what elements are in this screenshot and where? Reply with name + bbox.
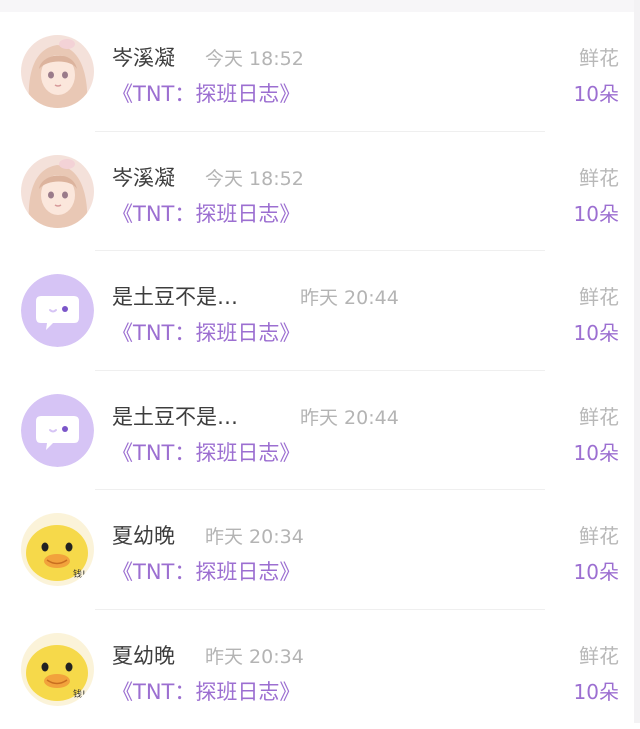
message-time: 今天 18:52 xyxy=(205,44,304,71)
message-time: 昨天 20:44 xyxy=(300,403,399,430)
gift-type: 鲜花 xyxy=(579,520,619,549)
list-item[interactable]: 钱! 夏幼晚 昨天 20:34 《TNT：探班日志》 鲜花 10朵 xyxy=(0,610,634,729)
list-item[interactable]: 岑溪凝 今天 18:52 《TNT：探班日志》 鲜花 10朵 xyxy=(0,132,634,252)
book-title[interactable]: 《TNT：探班日志》 xyxy=(112,78,300,108)
book-title[interactable]: 《TNT：探班日志》 xyxy=(112,676,300,706)
message-list: 岑溪凝 今天 18:52 《TNT：探班日志》 鲜花 10朵 岑溪凝 今天 18… xyxy=(0,12,634,729)
sender-name: 岑溪凝 xyxy=(112,162,175,192)
sender-name: 是土豆不是… xyxy=(112,401,238,431)
gift-count: 10朵 xyxy=(574,437,619,466)
gift-type: 鲜花 xyxy=(579,281,619,310)
list-item[interactable]: 是土豆不是… 昨天 20:44 《TNT：探班日志》 鲜花 10朵 xyxy=(0,251,634,371)
gift-count: 10朵 xyxy=(574,317,619,346)
list-item[interactable]: 是土豆不是… 昨天 20:44 《TNT：探班日志》 鲜花 10朵 xyxy=(0,371,634,491)
message-time: 昨天 20:44 xyxy=(300,283,399,310)
gift-count: 10朵 xyxy=(574,78,619,107)
sender-name: 是土豆不是… xyxy=(112,281,238,311)
anime-girl-icon xyxy=(21,35,94,108)
gift-type: 鲜花 xyxy=(579,162,619,191)
message-time: 今天 18:52 xyxy=(205,164,304,191)
sender-name: 夏幼晚 xyxy=(112,520,175,550)
list-item[interactable]: 钱! 夏幼晚 昨天 20:34 《TNT：探班日志》 鲜花 10朵 xyxy=(0,490,634,610)
avatar[interactable] xyxy=(21,35,94,108)
avatar[interactable] xyxy=(21,155,94,228)
book-title[interactable]: 《TNT：探班日志》 xyxy=(112,198,300,228)
duck-meme-icon: 钱! xyxy=(21,513,94,586)
sender-name: 夏幼晚 xyxy=(112,640,175,670)
gift-count: 10朵 xyxy=(574,556,619,585)
chat-bubble-icon xyxy=(21,394,94,467)
gift-type: 鲜花 xyxy=(579,401,619,430)
scroll-edge xyxy=(634,0,640,723)
book-title[interactable]: 《TNT：探班日志》 xyxy=(112,437,300,467)
gift-type: 鲜花 xyxy=(579,42,619,71)
duck-meme-icon: 钱! xyxy=(21,633,94,706)
avatar[interactable]: 钱! xyxy=(21,513,94,586)
list-item[interactable]: 岑溪凝 今天 18:52 《TNT：探班日志》 鲜花 10朵 xyxy=(0,12,634,132)
top-strip xyxy=(0,0,640,12)
avatar[interactable] xyxy=(21,274,94,347)
gift-type: 鲜花 xyxy=(579,640,619,669)
message-time: 昨天 20:34 xyxy=(205,642,304,669)
avatar[interactable] xyxy=(21,394,94,467)
duck-meme-label: 钱! xyxy=(73,688,86,700)
gift-count: 10朵 xyxy=(574,198,619,227)
sender-name: 岑溪凝 xyxy=(112,42,175,72)
message-time: 昨天 20:34 xyxy=(205,522,304,549)
chat-bubble-icon xyxy=(21,274,94,347)
avatar[interactable]: 钱! xyxy=(21,633,94,706)
duck-meme-label: 钱! xyxy=(73,568,86,580)
book-title[interactable]: 《TNT：探班日志》 xyxy=(112,317,300,347)
book-title[interactable]: 《TNT：探班日志》 xyxy=(112,556,300,586)
anime-girl-icon xyxy=(21,155,94,228)
gift-count: 10朵 xyxy=(574,676,619,705)
